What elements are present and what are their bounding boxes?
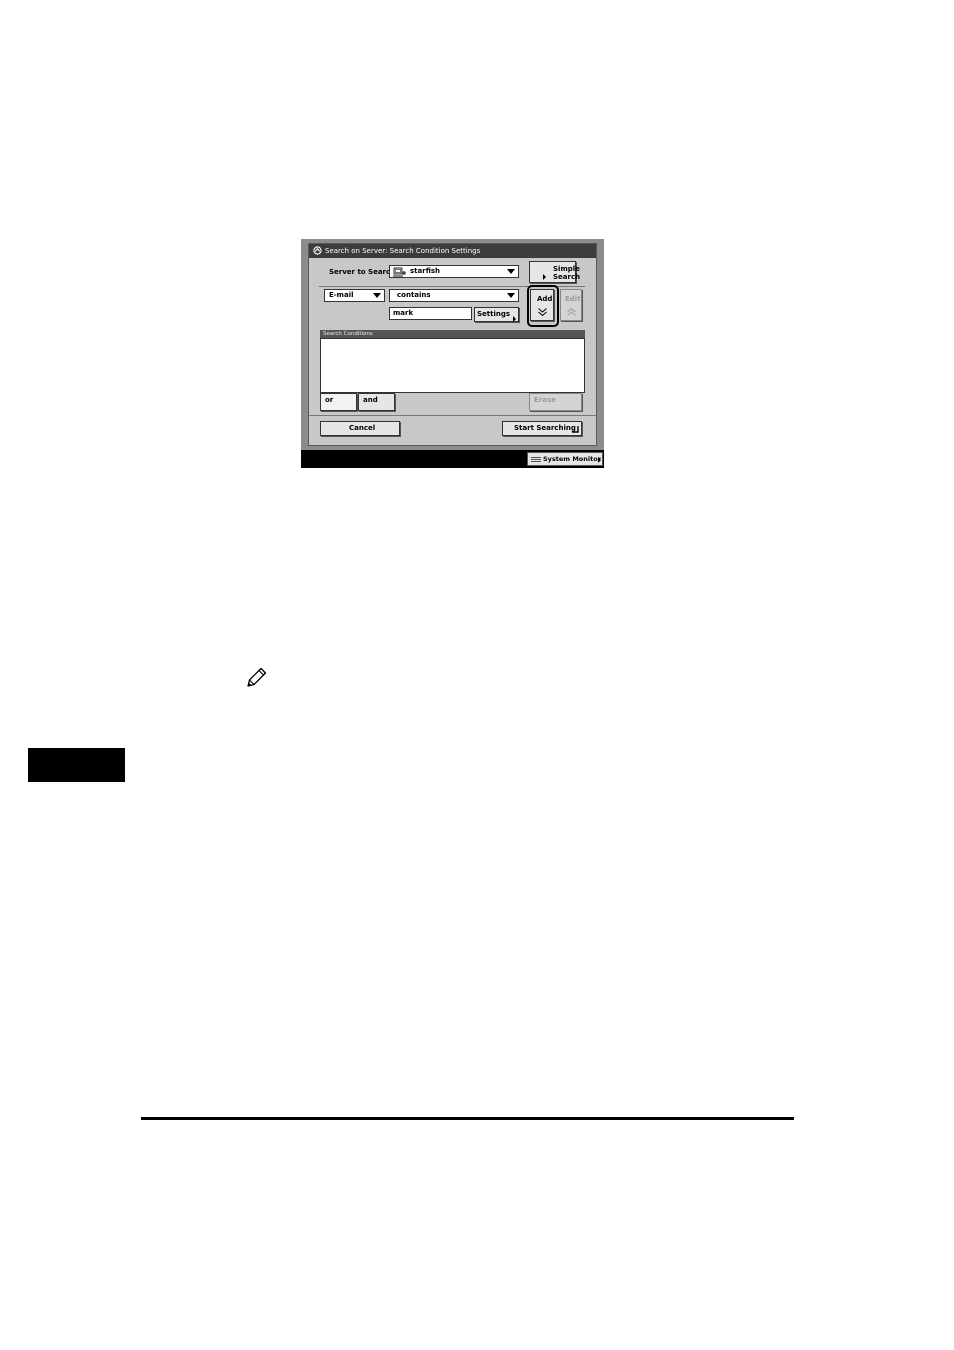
- or-label: or: [325, 396, 334, 404]
- server-computer-icon: [393, 267, 406, 277]
- chapter-tab: [28, 748, 125, 782]
- server-to-search-label: Server to Search:: [329, 268, 398, 276]
- system-monitor-label: System Monitor: [543, 455, 601, 463]
- arrow-right-icon: [513, 316, 516, 322]
- operator-select-value: contains: [397, 291, 431, 299]
- cancel-label: Cancel: [349, 424, 376, 432]
- chevron-down-icon: [373, 293, 381, 298]
- field-select[interactable]: E-mail: [324, 289, 385, 302]
- dialog-title: Search on Server: Search Condition Setti…: [325, 247, 481, 255]
- dialog-title-bar: Search on Server: Search Condition Setti…: [309, 244, 596, 258]
- server-select[interactable]: starfish: [389, 265, 519, 278]
- status-bar: System Monitor: [301, 450, 604, 468]
- chevron-down-icon: [507, 269, 515, 274]
- settings-label: Settings: [477, 310, 511, 318]
- search-server-icon: [313, 246, 322, 255]
- divider: [309, 415, 596, 416]
- edit-button[interactable]: Edit: [560, 289, 582, 321]
- simple-search-label-line1: Simple: [553, 265, 580, 273]
- search-conditions-label: Search Conditions: [323, 331, 373, 337]
- operator-select[interactable]: contains: [389, 289, 519, 302]
- system-monitor-button[interactable]: System Monitor: [527, 452, 603, 466]
- erase-button[interactable]: Erase: [529, 393, 582, 411]
- simple-search-label-line2: Search: [553, 273, 581, 281]
- search-conditions-header: Search Conditions: [320, 330, 585, 338]
- start-searching-label: Start Searching: [514, 424, 576, 432]
- field-select-value: E-mail: [329, 291, 354, 299]
- enter-icon: [572, 426, 579, 433]
- double-chevron-up-icon: [567, 307, 576, 316]
- add-button-highlight: [527, 285, 559, 327]
- arrow-right-icon: [598, 457, 601, 463]
- erase-label: Erase: [534, 396, 556, 404]
- pencil-note-icon: [247, 667, 267, 687]
- keyword-input[interactable]: mark: [389, 307, 472, 320]
- simple-search-button[interactable]: Simple Search: [529, 261, 580, 283]
- edit-label: Edit: [565, 295, 581, 303]
- chevron-down-icon: [507, 293, 515, 298]
- search-condition-dialog: Search on Server: Search Condition Setti…: [308, 243, 597, 446]
- footer-rule: [141, 1117, 794, 1120]
- and-button[interactable]: and: [358, 393, 395, 411]
- and-label: and: [363, 396, 378, 404]
- search-conditions-list[interactable]: [320, 338, 585, 393]
- server-select-value: starfish: [410, 267, 441, 275]
- touch-panel-screen: Search on Server: Search Condition Setti…: [301, 239, 604, 468]
- cancel-button[interactable]: Cancel: [320, 421, 400, 436]
- start-searching-button[interactable]: Start Searching: [502, 421, 582, 436]
- or-button[interactable]: or: [320, 393, 357, 411]
- monitor-icon: [531, 457, 541, 462]
- settings-button[interactable]: Settings: [474, 307, 519, 322]
- arrow-right-icon: [543, 274, 546, 280]
